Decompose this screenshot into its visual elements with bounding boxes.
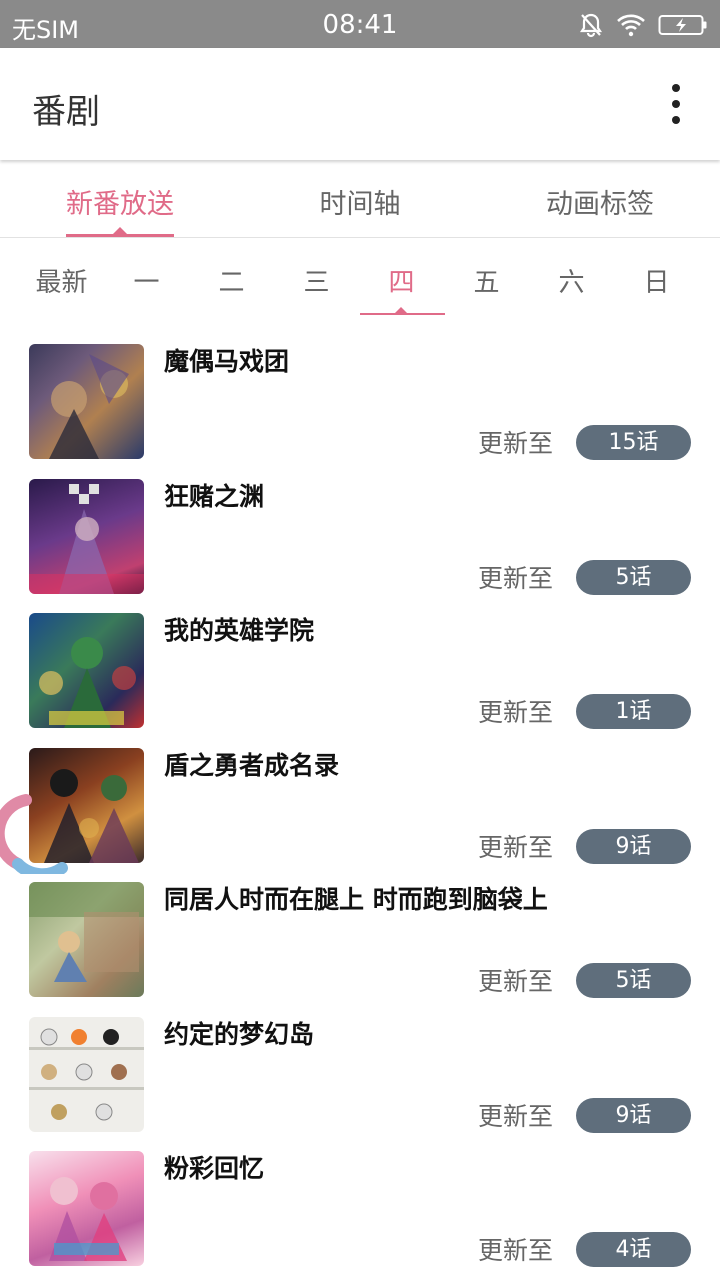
show-title: 魔偶马戏团 — [164, 347, 290, 376]
day-tab-fri[interactable]: 五 — [444, 262, 529, 299]
episode-badge: 4话 — [576, 1232, 691, 1267]
episode-badge: 5话 — [576, 963, 691, 998]
list-item[interactable]: 狂赌之渊 更新至 5话 — [0, 469, 720, 604]
show-title: 我的英雄学院 — [164, 616, 315, 645]
list-item[interactable]: 我的英雄学院 更新至 1话 — [0, 603, 720, 738]
update-label: 更新至 — [478, 429, 554, 458]
list-item[interactable]: 盾之勇者成名录 更新至 9话 — [0, 738, 720, 873]
update-label: 更新至 — [478, 832, 554, 862]
update-label: 更新至 — [478, 563, 554, 593]
status-bar: 无SIM 08:41 — [0, 0, 720, 48]
status-icons — [578, 10, 708, 40]
update-label: 更新至 — [478, 698, 554, 727]
indicator-notch — [113, 227, 127, 234]
refresh-spinner-icon — [0, 794, 68, 874]
cover-image — [29, 613, 144, 728]
app-bar: 番剧 — [0, 48, 720, 160]
show-title: 盾之勇者成名录 — [164, 750, 340, 780]
list-item[interactable]: 约定的梦幻岛 更新至 9话 — [0, 1007, 720, 1142]
cover-image — [29, 478, 144, 594]
episode-badge: 9话 — [576, 828, 691, 864]
episode-badge: 5话 — [576, 559, 691, 595]
episode-badge: 15话 — [576, 425, 691, 460]
episode-badge: 1话 — [576, 694, 691, 729]
cover-image — [29, 344, 144, 459]
more-dot — [672, 116, 680, 124]
update-label: 更新至 — [478, 1236, 554, 1265]
update-label: 更新至 — [478, 967, 554, 996]
more-dot — [672, 84, 680, 92]
main-tab-indicator — [66, 227, 174, 237]
show-title: 粉彩回忆 — [164, 1154, 265, 1183]
day-tab-mon[interactable]: 一 — [104, 262, 189, 299]
day-tab-wed[interactable]: 三 — [274, 262, 359, 299]
more-vert-icon[interactable] — [668, 84, 684, 124]
battery-charging-icon — [658, 15, 707, 35]
tab-new-broadcast[interactable]: 新番放送 — [0, 182, 240, 221]
wifi-icon — [617, 14, 645, 37]
more-dot — [672, 100, 680, 108]
day-tab-latest[interactable]: 最新 — [19, 262, 104, 299]
show-list: 魔偶马戏团 更新至 15话 狂赌之渊 更新至 5话 我的英雄学院 更新至 1话 … — [0, 334, 720, 1276]
mute-icon — [579, 13, 603, 38]
day-tab-sun[interactable]: 日 — [614, 262, 699, 299]
tab-timeline[interactable]: 时间轴 — [240, 182, 480, 221]
indicator-notch — [395, 307, 407, 313]
day-tab-tue[interactable]: 二 — [189, 262, 274, 299]
list-item[interactable]: 魔偶马戏团 更新至 15话 — [0, 334, 720, 469]
day-tab-indicator — [360, 307, 445, 315]
list-item[interactable]: 同居人时而在腿上 时而跑到脑袋上 更新至 5话 — [0, 872, 720, 1007]
show-title: 狂赌之渊 — [164, 481, 265, 511]
main-tab-bar: 新番放送 时间轴 动画标签 — [0, 162, 720, 238]
tab-anime-tags[interactable]: 动画标签 — [480, 182, 720, 221]
cover-image — [29, 882, 144, 997]
list-item[interactable]: 粉彩回忆 更新至 4话 — [0, 1141, 720, 1276]
episode-badge: 9话 — [576, 1097, 691, 1133]
day-tab-sat[interactable]: 六 — [529, 262, 614, 299]
update-label: 更新至 — [478, 1101, 554, 1131]
cover-image — [29, 1016, 144, 1132]
show-title: 约定的梦幻岛 — [164, 1019, 315, 1049]
show-title: 同居人时而在腿上 时而跑到脑袋上 — [164, 885, 548, 914]
day-tab-bar: 最新 一 二 三 四 五 六 日 — [0, 240, 720, 316]
day-tab-thu[interactable]: 四 — [359, 262, 444, 299]
page-title: 番剧 — [32, 92, 100, 132]
cover-image — [29, 1151, 144, 1266]
